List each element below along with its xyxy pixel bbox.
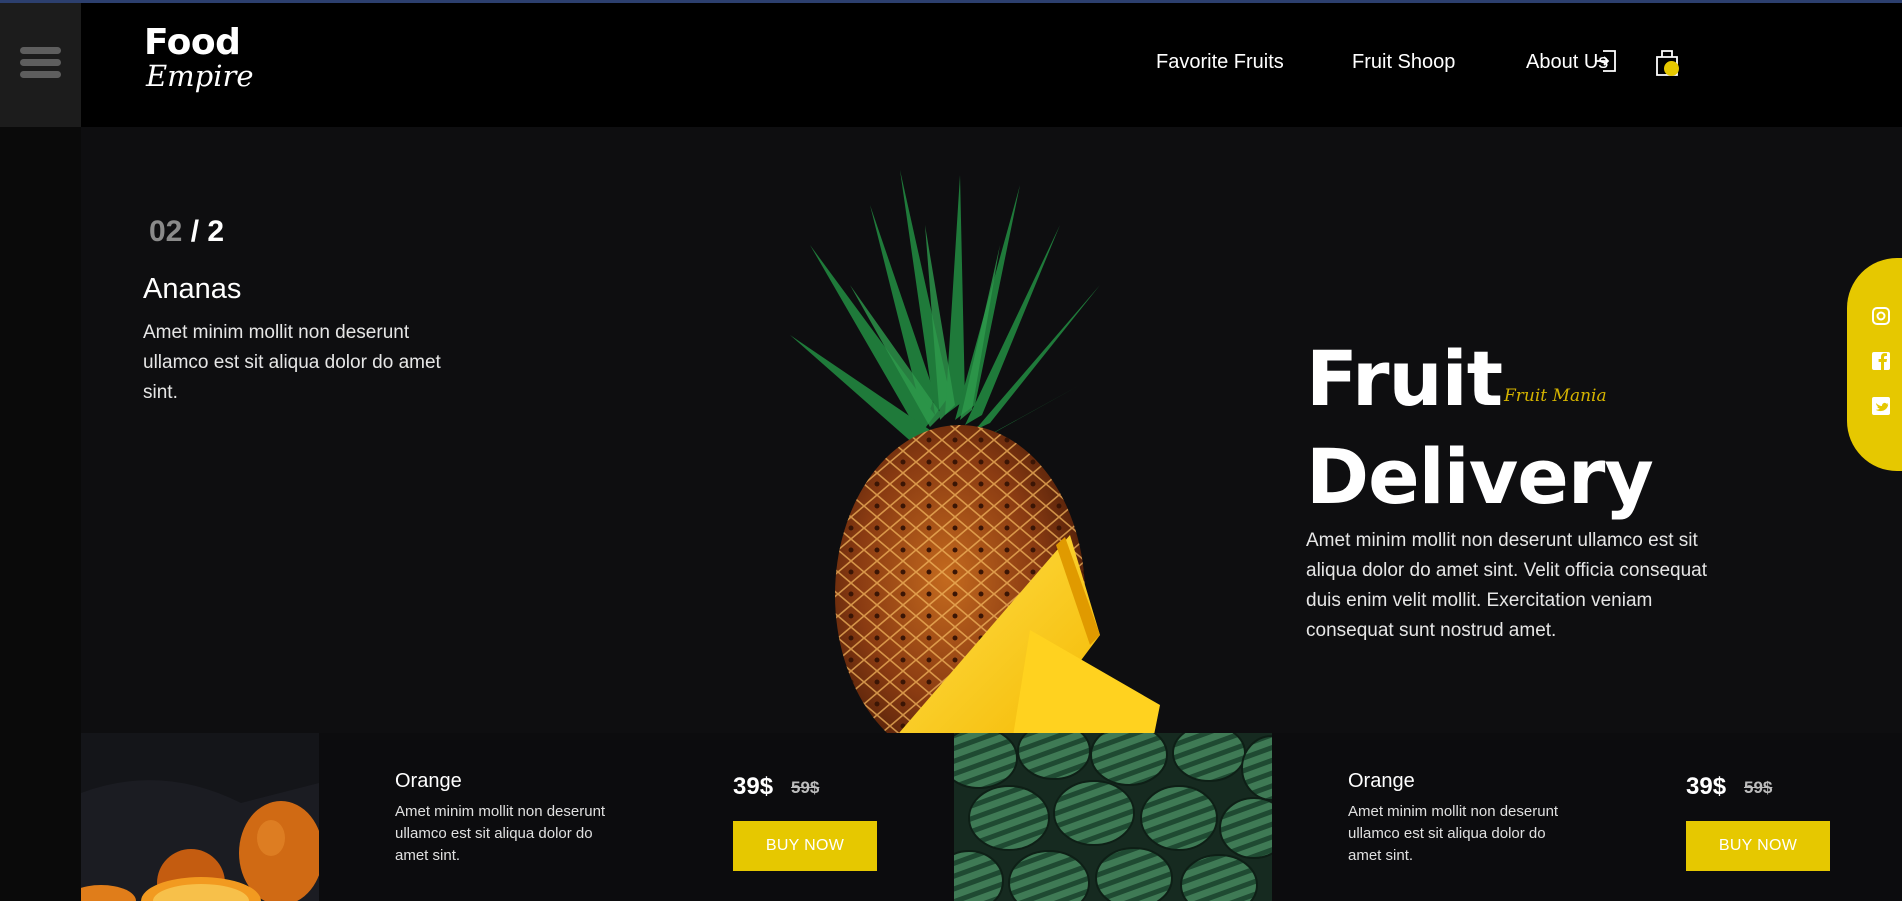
facebook-icon[interactable] (1872, 352, 1890, 370)
login-icon[interactable] (1594, 48, 1618, 74)
slide-total: 2 (207, 215, 225, 248)
slide-description: Amet minim mollit non deserunt ullamco e… (143, 322, 441, 403)
slide-title: Ananas (143, 273, 242, 305)
hero-headline-line1: Fruit (1306, 334, 1503, 423)
header: Food Empire (81, 3, 1902, 127)
logo-text-empire: Empire (146, 59, 254, 93)
twitter-icon[interactable] (1872, 397, 1890, 415)
hero-headline: Fruit Delivery (1306, 330, 1654, 526)
product-old-price: 59$ (791, 778, 820, 797)
slide-separator: / (182, 215, 208, 248)
product-price: 39$ (1686, 773, 1727, 800)
product-price: 39$ (733, 773, 774, 800)
slide-current: 02 (149, 215, 183, 248)
nav-favorite-fruits[interactable]: Favorite Fruits (1156, 51, 1284, 74)
buy-now-button[interactable]: BUY NOW (733, 821, 877, 871)
hero-headline-line2: Delivery (1306, 432, 1654, 521)
slide-counter: 02 / 2 (149, 215, 224, 249)
product-description: Amet minim mollit non deserunt ullamco e… (395, 803, 606, 864)
pineapple-image (790, 170, 1160, 765)
hero-tagline: Fruit Mania (1504, 386, 1607, 406)
logo[interactable]: Food Empire (144, 22, 254, 93)
buy-now-button[interactable]: BUY NOW (1686, 821, 1830, 871)
product-old-price: 59$ (1744, 778, 1773, 797)
social-links (1847, 258, 1902, 471)
product-image-orange[interactable] (81, 733, 319, 901)
logo-text-food: Food (144, 22, 241, 63)
sidebar (0, 3, 81, 901)
nav-fruit-shoop[interactable]: Fruit Shoop (1352, 51, 1455, 74)
instagram-icon[interactable] (1872, 307, 1890, 325)
product-name: Orange (395, 770, 462, 792)
menu-button[interactable] (0, 3, 81, 127)
product-description: Amet minim mollit non deserunt ullamco e… (1348, 803, 1559, 864)
product-name: Orange (1348, 770, 1415, 792)
product-image-watermelon[interactable] (954, 733, 1272, 901)
hero-description: Amet minim mollit non deserunt ullamco e… (1306, 530, 1708, 641)
cart-badge (1664, 61, 1679, 76)
hamburger-menu-icon[interactable] (20, 47, 61, 79)
